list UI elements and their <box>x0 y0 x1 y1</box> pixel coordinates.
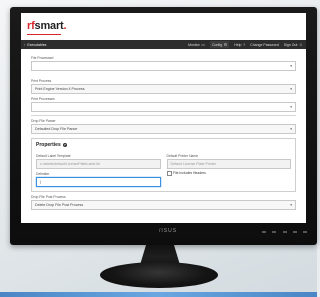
default-label-template-value: c:\labels\default\LicensePlateLabel.lbl <box>40 161 100 166</box>
user-icon: ☺ <box>298 42 303 47</box>
chevron-down-icon: ▾ <box>290 126 292 131</box>
monitor-screen: rfsmart. ‹ Executables Monitor ▭ Config … <box>21 13 306 223</box>
properties-panel: Properties ? Default Label Template c:\l… <box>31 137 296 192</box>
file-headers-checkbox-row[interactable]: File Includes Headers <box>166 170 292 176</box>
nav-sign-out[interactable]: Sign Out ☺ <box>284 42 303 47</box>
default-printer-input[interactable]: Default License Plate Printer <box>166 158 291 169</box>
properties-heading: Properties ? <box>36 142 291 148</box>
topbar-menu: Monitor ▭ Config ⚙ Help ? Change Passwor… <box>188 41 303 48</box>
drop-file-parser-select[interactable]: Defaulted Drop File Parser ▾ <box>31 123 296 134</box>
nav-help-label: Help <box>234 42 242 47</box>
file-processed-label: File Processed <box>31 56 54 60</box>
section-divider <box>31 115 296 116</box>
info-icon[interactable]: ? <box>62 142 67 147</box>
app-header: rfsmart. <box>21 13 306 40</box>
file-headers-checkbox[interactable] <box>166 170 172 176</box>
default-printer-label: Default Printer Name <box>166 153 199 158</box>
gear-icon: ⚙ <box>223 42 228 47</box>
help-icon: ? <box>242 42 246 47</box>
power-button[interactable] <box>303 231 307 233</box>
drop-file-post-process-label: Drop File Post Process <box>31 194 66 199</box>
monitor-brand-logo: /ISUS <box>158 228 178 234</box>
nav-monitor[interactable]: Monitor ▭ <box>188 42 205 47</box>
properties-grid: Default Label Template c:\labels\default… <box>36 151 291 187</box>
drop-file-post-process-select[interactable]: Delete Drop File Post Process ▾ <box>31 199 296 210</box>
properties-left-column: Default Label Template c:\labels\default… <box>36 151 161 187</box>
file-headers-label: File Includes Headers <box>173 171 206 175</box>
logo-underline <box>27 34 61 35</box>
default-label-template-input[interactable]: c:\labels\default\LicensePlateLabel.lbl <box>36 158 161 169</box>
monitor-bezel: rfsmart. ‹ Executables Monitor ▭ Config … <box>10 7 317 245</box>
nav-monitor-label: Monitor <box>188 42 200 47</box>
monitor-stand-base <box>100 262 218 288</box>
chevron-left-icon: ‹ <box>24 42 26 47</box>
monitor-control-buttons <box>262 230 307 234</box>
print-process-label: Print Process <box>31 79 52 83</box>
logo-suffix: . <box>63 20 67 32</box>
print-processes-field[interactable]: ▾ <box>31 102 296 112</box>
form-content: File Processed ▾ Print Process Print Eng… <box>21 49 306 210</box>
nav-help[interactable]: Help ? <box>234 42 245 47</box>
chevron-down-icon: ▾ <box>290 202 292 207</box>
chevron-down-icon: ▾ <box>290 87 292 91</box>
monitor-button[interactable] <box>272 231 277 233</box>
top-navigation-bar: ‹ Executables Monitor ▭ Config ⚙ Help ? … <box>21 40 306 49</box>
file-processed-field[interactable]: ▾ <box>31 61 296 71</box>
drop-file-parser-value: Defaulted Drop File Parser <box>35 126 78 131</box>
nav-change-password-label: Change Password <box>250 42 279 47</box>
logo-main: smart <box>34 20 64 32</box>
properties-right-column: Default Printer Name Default License Pla… <box>166 151 292 187</box>
nav-sign-out-label: Sign Out <box>283 42 298 47</box>
delimiter-value: | <box>40 179 41 184</box>
print-processes-label: Print Processes <box>31 97 55 101</box>
print-process-value: Print Engine Version 4 Process <box>35 87 85 91</box>
logo-prefix: rf <box>27 20 35 32</box>
monitor-button[interactable] <box>282 231 287 233</box>
nav-change-password[interactable]: Change Password <box>250 43 279 47</box>
delimiter-label: Delimiter <box>36 171 50 176</box>
chevron-down-icon: ▾ <box>290 64 292 68</box>
drop-file-post-process-value: Delete Drop File Post Process <box>35 202 84 207</box>
floor-strip <box>0 292 317 297</box>
default-label-template-label: Default Label Template <box>36 153 71 158</box>
delimiter-input[interactable]: | <box>36 176 161 187</box>
back-label: Executables <box>27 42 47 47</box>
monitor-button[interactable] <box>262 231 266 233</box>
rfsmart-logo[interactable]: rfsmart. <box>27 20 67 32</box>
monitor-button[interactable] <box>292 231 297 233</box>
print-process-select[interactable]: Print Engine Version 4 Process ▾ <box>31 84 296 94</box>
default-printer-value: Default License Plate Printer <box>170 161 217 166</box>
monitor-icon: ▭ <box>201 42 206 47</box>
nav-config[interactable]: Config ⚙ <box>210 41 230 48</box>
properties-title: Properties <box>36 141 61 148</box>
nav-config-label: Config <box>212 42 223 47</box>
drop-file-parser-label: Drop File Parser <box>31 118 56 123</box>
chevron-down-icon: ▾ <box>290 105 292 109</box>
back-to-executables-link[interactable]: ‹ Executables <box>24 42 46 47</box>
